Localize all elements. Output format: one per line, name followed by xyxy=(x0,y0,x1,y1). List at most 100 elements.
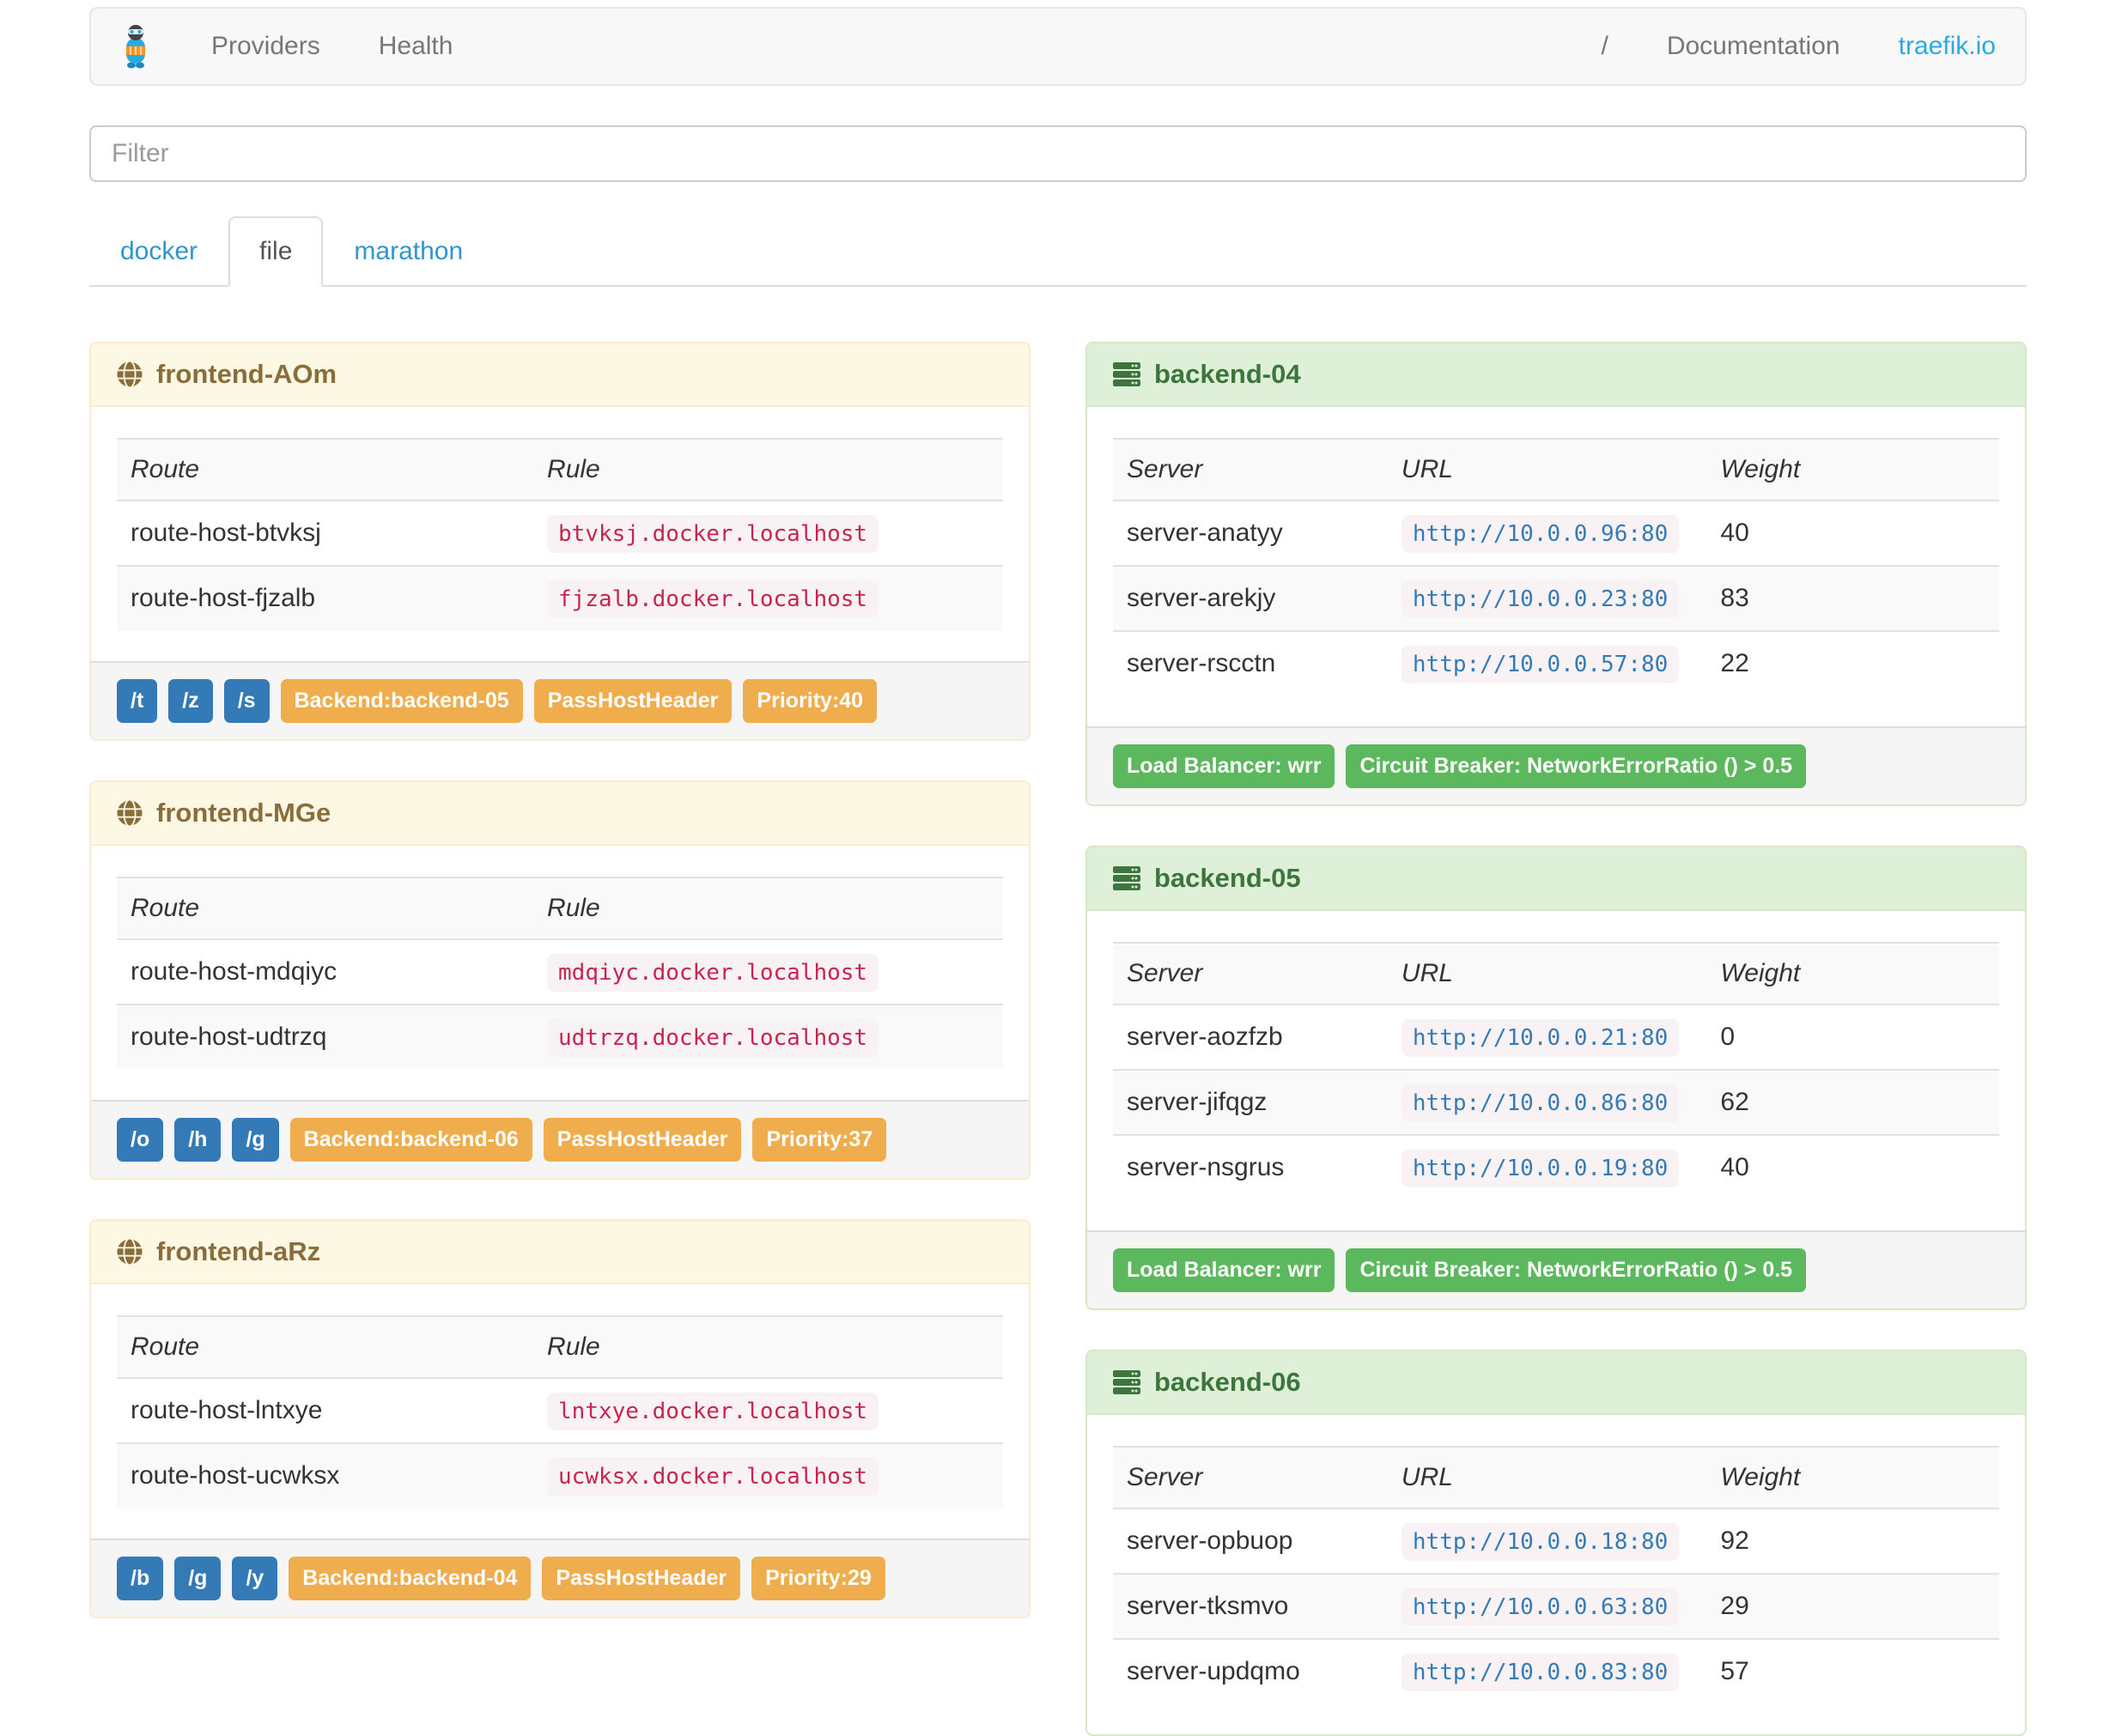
route-row: route-host-fjzalb fjzalb.docker.localhost xyxy=(117,566,1003,630)
route-rule-cell: btvksj.docker.localhost xyxy=(533,501,1003,566)
route-name: route-host-ucwksx xyxy=(131,1461,340,1490)
server-url-cell: http://10.0.0.96:80 xyxy=(1388,501,1707,566)
server-url: http://10.0.0.18:80 xyxy=(1401,1523,1680,1561)
table-header-row: Route Rule xyxy=(117,1316,1003,1378)
backends-column: backend-04 Server URL Weight server-anatyy ht… xyxy=(1085,342,2027,1736)
server-name: server-aozfzb xyxy=(1127,1023,1283,1051)
backend-card-header: backend-05 xyxy=(1087,847,2025,911)
column-header: Server xyxy=(1127,455,1203,483)
routes-table: Route Rule route-host-lntxye lntxye.docker.… xyxy=(117,1315,1003,1508)
route-rule: btvksj.docker.localhost xyxy=(547,515,879,553)
table-header-row: Route Rule xyxy=(117,439,1003,501)
tab-docker[interactable]: docker xyxy=(89,216,228,287)
frontend-card: frontend-AOm Route Rule route-host-btvksj bt… xyxy=(89,342,1031,741)
server-url-cell: http://10.0.0.63:80 xyxy=(1388,1574,1707,1639)
table-header-row: Server URL Weight xyxy=(1113,1447,1999,1508)
server-url: http://10.0.0.23:80 xyxy=(1401,580,1680,618)
nav-link-providers[interactable]: Providers xyxy=(211,32,320,61)
server-url: http://10.0.0.86:80 xyxy=(1401,1084,1680,1122)
card-body: Route Rule route-host-btvksj btvksj.docker.… xyxy=(91,407,1029,661)
card-body: Route Rule route-host-mdqiyc mdqiyc.docker.… xyxy=(91,846,1029,1100)
server-url-cell: http://10.0.0.57:80 xyxy=(1388,631,1707,695)
column-header: Rule xyxy=(547,455,600,483)
server-row: server-aozfzb http://10.0.0.21:80 0 xyxy=(1113,1005,1999,1070)
documentation-link[interactable]: Documentation xyxy=(1667,32,1840,61)
navbar: Providers Health / Documentation traefik.… xyxy=(89,7,2027,86)
column-header: Weight xyxy=(1720,1463,1801,1491)
route-rule-cell: mdqiyc.docker.localhost xyxy=(533,939,1003,1005)
path-badge: /z xyxy=(168,679,213,723)
filter-input[interactable] xyxy=(89,125,2027,182)
frontend-card: frontend-MGe Route Rule route-host-mdqiyc md… xyxy=(89,780,1031,1180)
column-header: Weight xyxy=(1720,959,1801,987)
server-row: server-rscctn http://10.0.0.57:80 22 xyxy=(1113,631,1999,695)
server-url-cell: http://10.0.0.83:80 xyxy=(1388,1639,1707,1703)
column-header: Server xyxy=(1127,1463,1203,1491)
navbar-right: / Documentation traefik.io xyxy=(1601,32,1996,61)
frontend-card: frontend-aRz Route Rule route-host-lntxye ln… xyxy=(89,1219,1031,1618)
card-footer: /t/z/s Backend:backend-05 PassHostHeader Pr… xyxy=(91,661,1029,739)
globe-icon xyxy=(117,800,143,826)
frontend-card-header: frontend-aRz xyxy=(91,1221,1029,1284)
tab-marathon[interactable]: marathon xyxy=(323,216,494,287)
backend-card: backend-04 Server URL Weight server-anatyy ht… xyxy=(1085,342,2027,806)
column-header: Server xyxy=(1127,959,1203,987)
column-header: URL xyxy=(1401,455,1453,483)
circuit-breaker-badge: Circuit Breaker: NetworkErrorRatio () > … xyxy=(1346,1248,1807,1292)
server-url-cell: http://10.0.0.21:80 xyxy=(1388,1005,1707,1070)
server-row: server-nsgrus http://10.0.0.19:80 40 xyxy=(1113,1135,1999,1199)
server-name: server-nsgrus xyxy=(1127,1153,1285,1181)
table-header-row: Server URL Weight xyxy=(1113,943,1999,1005)
tab-file[interactable]: file xyxy=(228,216,324,287)
backend-card: backend-05 Server URL Weight server-aozfzb ht… xyxy=(1085,846,2027,1310)
frontend-title: frontend-MGe xyxy=(156,798,331,828)
server-weight: 0 xyxy=(1720,1023,1736,1051)
server-row: server-opbuop http://10.0.0.18:80 92 xyxy=(1113,1508,1999,1574)
path-badge: /g xyxy=(232,1118,279,1162)
backend-title: backend-06 xyxy=(1154,1367,1301,1397)
card-footer: /b/g/y Backend:backend-04 PassHostHeader Pr… xyxy=(91,1539,1029,1617)
traefik-logo[interactable] xyxy=(120,24,151,69)
column-header: Route xyxy=(131,1332,200,1361)
frontend-card-header: frontend-AOm xyxy=(91,343,1029,407)
route-name: route-host-mdqiyc xyxy=(131,957,337,986)
server-url: http://10.0.0.57:80 xyxy=(1401,646,1680,683)
priority-badge: Priority:40 xyxy=(743,679,878,723)
frontend-title: frontend-AOm xyxy=(156,359,337,389)
navbar-separator: / xyxy=(1601,32,1608,60)
path-badge: /y xyxy=(232,1557,278,1600)
table-header-row: Server URL Weight xyxy=(1113,439,1999,501)
route-rule: ucwksx.docker.localhost xyxy=(547,1458,879,1496)
backend-card: backend-06 Server URL Weight server-opbuop ht… xyxy=(1085,1350,2027,1736)
filter-bar xyxy=(89,125,2027,182)
server-row: server-jifqgz http://10.0.0.86:80 62 xyxy=(1113,1070,1999,1135)
route-name: route-host-udtrzq xyxy=(131,1023,327,1051)
server-weight: 57 xyxy=(1720,1657,1749,1685)
servers-table: Server URL Weight server-aozfzb http://10.0.… xyxy=(1113,942,1999,1199)
server-name: server-anatyy xyxy=(1127,519,1283,547)
pass-host-header-badge: PassHostHeader xyxy=(533,679,733,723)
pass-host-header-badge: PassHostHeader xyxy=(542,1557,741,1600)
frontends-column: frontend-AOm Route Rule route-host-btvksj bt… xyxy=(89,342,1031,1618)
server-url: http://10.0.0.83:80 xyxy=(1401,1654,1680,1691)
traefik-site-link[interactable]: traefik.io xyxy=(1899,32,1996,61)
load-balancer-badge: Load Balancer: wrr xyxy=(1113,1248,1335,1292)
column-header: Rule xyxy=(547,894,600,922)
route-rule-cell: udtrzq.docker.localhost xyxy=(533,1005,1003,1069)
server-name: server-arekjy xyxy=(1127,584,1276,612)
card-body: Server URL Weight server-anatyy http://10.0.… xyxy=(1087,407,2025,726)
route-row: route-host-ucwksx ucwksx.docker.localhost xyxy=(117,1443,1003,1508)
server-weight: 29 xyxy=(1720,1592,1749,1620)
route-row: route-host-udtrzq udtrzq.docker.localhost xyxy=(117,1005,1003,1069)
backend-card-header: backend-06 xyxy=(1087,1351,2025,1415)
nav-link-health[interactable]: Health xyxy=(379,32,453,61)
frontend-card-header: frontend-MGe xyxy=(91,782,1029,846)
server-name: server-updqmo xyxy=(1127,1657,1300,1685)
route-rule-cell: lntxye.docker.localhost xyxy=(533,1378,1003,1443)
servers-table: Server URL Weight server-opbuop http://10.0.… xyxy=(1113,1446,1999,1703)
route-rule-cell: fjzalb.docker.localhost xyxy=(533,566,1003,630)
traefik-mascot-icon xyxy=(126,25,145,69)
card-body: Route Rule route-host-lntxye lntxye.docker.… xyxy=(91,1284,1029,1539)
card-footer: /o/h/g Backend:backend-06 PassHostHeader Pr… xyxy=(91,1100,1029,1178)
path-badge: /g xyxy=(174,1557,222,1600)
